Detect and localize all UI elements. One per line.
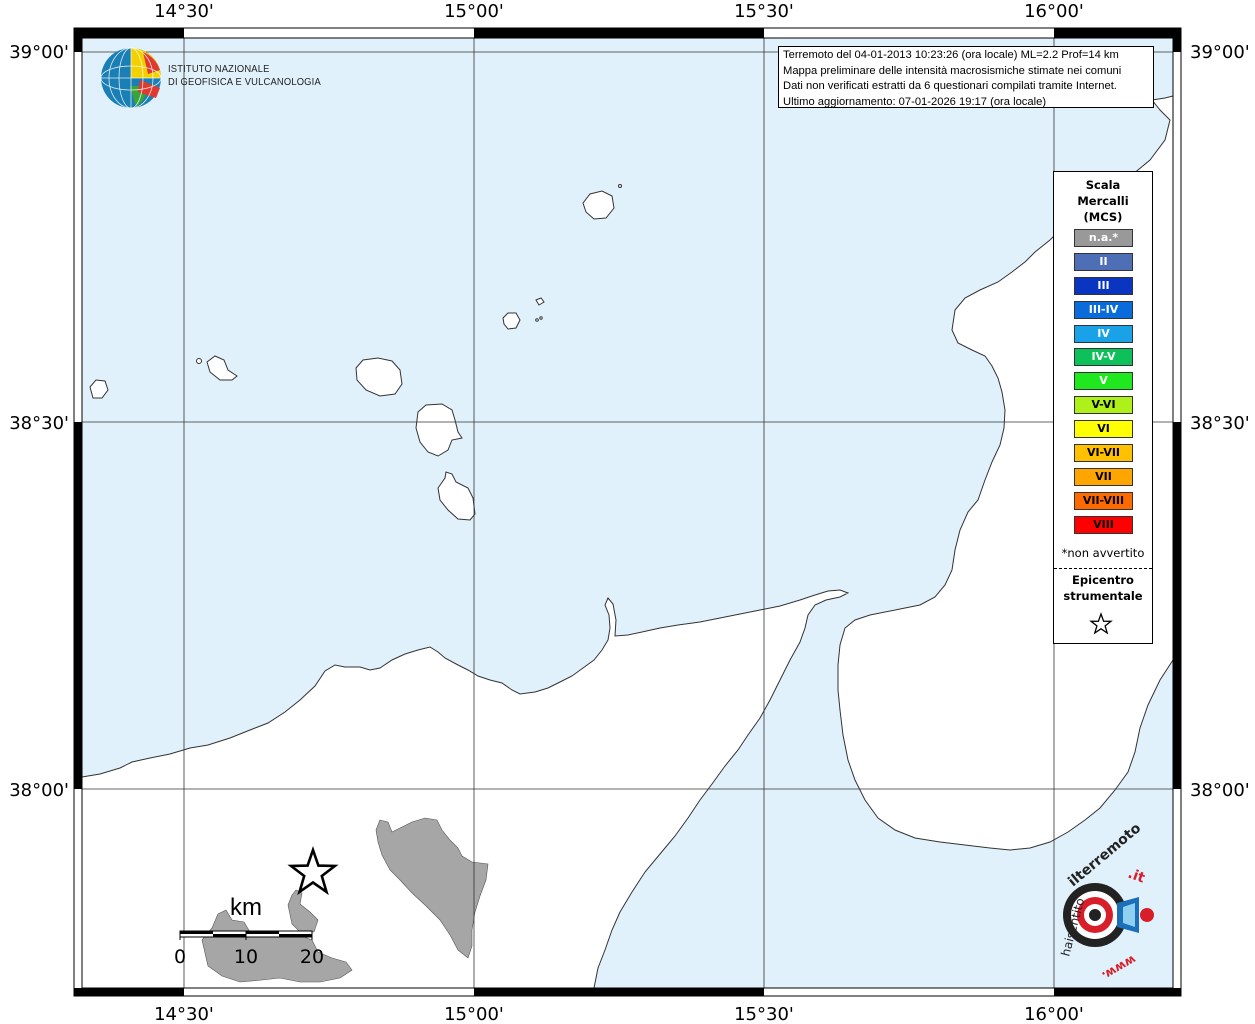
ingv-name-line1: ISTITUTO NAZIONALE	[168, 64, 270, 75]
legend-star-icon	[1089, 612, 1113, 635]
legend-items: n.a.* II III III-IV IV IV-V V V-VI VI VI-VII VII VI…	[1074, 229, 1133, 540]
lon-label-top-3: 15°30'	[734, 1, 794, 22]
legend-epicentre-line2: strumentale	[1063, 589, 1143, 603]
legend-item: VI	[1074, 420, 1133, 439]
legend-item: III	[1074, 276, 1133, 295]
legend-item: II	[1074, 252, 1133, 271]
legend-title-line3: (MCS)	[1083, 210, 1123, 224]
event-info-line2: Mappa preliminare delle intensità macros…	[783, 64, 1122, 77]
scale-label-10: 10	[234, 946, 258, 968]
legend-item: IV-V	[1074, 348, 1133, 367]
event-info-line1: Terremoto del 04-01-2013 10:23:26 (ora l…	[783, 49, 1119, 61]
legend-item: VII-VIII	[1074, 491, 1133, 510]
legend-item: n.a.*	[1074, 229, 1133, 247]
legend-note: *non avvertito	[1061, 546, 1145, 560]
legend-separator	[1054, 568, 1152, 569]
lon-label-top-4: 16°00'	[1024, 1, 1084, 22]
lon-label-top-1: 14°30'	[154, 1, 214, 22]
legend-epicentre-line1: Epicentro	[1072, 573, 1134, 587]
legend-item: III-IV	[1074, 300, 1133, 319]
legend-item: VIII	[1074, 515, 1133, 534]
legend-item: V-VI	[1074, 396, 1133, 415]
ingv-globe-icon	[100, 47, 162, 109]
scale-label-20: 20	[300, 946, 324, 968]
legend-title-line2: Mercalli	[1077, 194, 1129, 208]
scale-bar-unit: km	[230, 894, 262, 921]
event-info-box: Terremoto del 04-01-2013 10:23:26 (ora l…	[778, 46, 1154, 108]
lat-label-right-2: 38°30'	[1190, 413, 1250, 434]
lon-label-bottom-2: 15°00'	[444, 1004, 504, 1024]
legend-epicentre-label: Epicentro strumentale	[1054, 572, 1152, 604]
legend-title-line1: Scala	[1085, 178, 1121, 192]
legend-item: IV	[1074, 324, 1133, 343]
lat-label-right-3: 38°00'	[1190, 780, 1250, 801]
lon-label-bottom-3: 15°30'	[734, 1004, 794, 1024]
lat-label-right-1: 39°00'	[1190, 42, 1250, 63]
ingv-name-line2: DI GEOFISICA E VULCANOLOGIA	[168, 77, 321, 88]
event-info-line4: Ultimo aggiornamento: 07-01-2026 19:17 (…	[783, 95, 1047, 108]
legend-item: VI-VII	[1074, 444, 1133, 463]
lon-label-bottom-4: 16°00'	[1024, 1004, 1084, 1024]
legend-title: Scala Mercalli (MCS)	[1054, 177, 1152, 225]
lat-label-left-1: 39°00'	[9, 42, 69, 63]
event-info-line3: Dati non verificati estratti da 6 questi…	[783, 80, 1117, 93]
lon-label-top-2: 15°00'	[444, 1, 504, 22]
legend-item: V	[1074, 372, 1133, 391]
scale-label-0: 0	[174, 946, 186, 968]
lon-label-bottom-1: 14°30'	[154, 1004, 214, 1024]
ingv-name: ISTITUTO NAZIONALE DI GEOFISICA E VULCAN…	[168, 63, 321, 89]
intensity-legend: Scala Mercalli (MCS) n.a.* II III III-IV IV I…	[1053, 171, 1153, 644]
lat-label-left-2: 38°30'	[9, 413, 69, 434]
legend-item: VII	[1074, 467, 1133, 486]
lat-label-left-3: 38°00'	[9, 780, 69, 801]
